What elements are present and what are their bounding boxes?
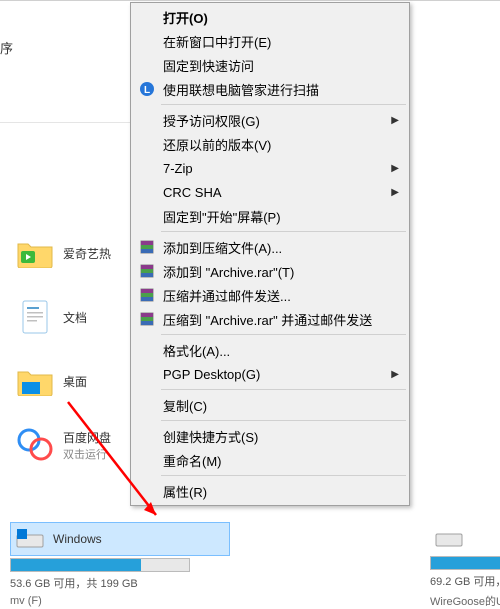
- menu-item-label: 打开(O): [163, 8, 208, 27]
- drive-item-windows[interactable]: Windows 53.6 GB 可用，共 199 GB mv (F): [10, 522, 230, 609]
- menu-item[interactable]: 压缩并通过邮件发送...: [133, 283, 407, 307]
- menu-item[interactable]: 添加到 "Archive.rar"(T): [133, 259, 407, 283]
- context-menu: 打开(O)在新窗口中打开(E)固定到快速访问L使用联想电脑管家进行扫描授予访问权…: [130, 2, 410, 506]
- menu-item-label: 添加到压缩文件(A)...: [163, 238, 282, 257]
- menu-separator: [161, 420, 406, 421]
- desktop-item-label: 爱奇艺热: [63, 245, 111, 262]
- menu-separator: [161, 334, 406, 335]
- desktop-item-label: 桌面: [63, 373, 87, 390]
- menu-item-label: PGP Desktop(G): [163, 367, 260, 382]
- lenovo-icon: L: [137, 80, 157, 98]
- menu-item[interactable]: 复制(C): [133, 393, 407, 417]
- menu-item-label: CRC SHA: [163, 185, 222, 200]
- desktop-item-iqiyi[interactable]: 爱奇艺热: [15, 235, 135, 271]
- drive-item-2[interactable]: 69.2 GB 可用，共 199 GB WireGoose的U (I:): [430, 522, 500, 609]
- chevron-right-icon: ▶: [391, 369, 399, 380]
- drive-icon: [434, 526, 464, 550]
- menu-separator: [161, 104, 406, 105]
- drive-capacity-bar: [430, 556, 500, 570]
- desktop-items-container: 爱奇艺热 文档 桌面 百度网盘 双击运行: [15, 235, 135, 491]
- menu-item[interactable]: 添加到压缩文件(A)...: [133, 235, 407, 259]
- menu-item-label: 使用联想电脑管家进行扫描: [163, 80, 319, 99]
- drive-free-text: 69.2 GB 可用，共 199 GB: [430, 573, 500, 589]
- left-panel-label: 序: [0, 38, 13, 57]
- rar-icon: [137, 262, 157, 280]
- menu-item[interactable]: 压缩到 "Archive.rar" 并通过邮件发送: [133, 307, 407, 331]
- menu-separator: [161, 231, 406, 232]
- menu-item-label: 创建快捷方式(S): [163, 427, 258, 446]
- menu-item-label: 在新窗口中打开(E): [163, 32, 271, 51]
- menu-item[interactable]: 固定到快速访问: [133, 53, 407, 77]
- drive-sublabel: mv (F): [10, 595, 230, 607]
- menu-separator: [161, 475, 406, 476]
- menu-item[interactable]: L 使用联想电脑管家进行扫描: [133, 77, 407, 101]
- left-divider: [0, 122, 130, 123]
- menu-item-label: 授予访问权限(G): [163, 111, 260, 130]
- menu-item-label: 重命名(M): [163, 451, 222, 470]
- drive-row: Windows 53.6 GB 可用，共 199 GB mv (F) 69.2 …: [10, 522, 500, 609]
- desktop-item-label: 百度网盘: [63, 429, 111, 446]
- menu-item-label: 7-Zip: [163, 161, 193, 176]
- menu-item[interactable]: 在新窗口中打开(E): [133, 29, 407, 53]
- desktop-item-documents[interactable]: 文档: [15, 299, 135, 335]
- menu-item[interactable]: 还原以前的版本(V): [133, 132, 407, 156]
- menu-item-label: 固定到快速访问: [163, 56, 254, 75]
- chevron-right-icon: ▶: [391, 115, 399, 126]
- desktop-item-sublabel: 双击运行: [63, 446, 111, 462]
- chevron-right-icon: ▶: [391, 187, 399, 198]
- rar-icon: [137, 310, 157, 328]
- baidu-icon: [15, 427, 55, 463]
- drive-free-text: 53.6 GB 可用，共 199 GB: [10, 575, 230, 591]
- menu-item-label: 还原以前的版本(V): [163, 135, 271, 154]
- menu-item[interactable]: 7-Zip ▶: [133, 156, 407, 180]
- menu-item-label: 固定到"开始"屏幕(P): [163, 207, 281, 226]
- menu-item[interactable]: 重命名(M): [133, 448, 407, 472]
- drive-icon: [15, 527, 45, 551]
- window-top-border: [0, 0, 500, 1]
- folder-icon: [15, 363, 55, 399]
- svg-text:L: L: [144, 85, 150, 96]
- menu-item[interactable]: PGP Desktop(G) ▶: [133, 362, 407, 386]
- drive-sublabel: WireGoose的U (I:): [430, 593, 500, 609]
- menu-item[interactable]: 属性(R): [133, 479, 407, 503]
- desktop-item-label: 文档: [63, 309, 87, 326]
- menu-item[interactable]: 授予访问权限(G) ▶: [133, 108, 407, 132]
- desktop-item-desktop[interactable]: 桌面: [15, 363, 135, 399]
- desktop-item-baidu[interactable]: 百度网盘 双击运行: [15, 427, 135, 463]
- rar-icon: [137, 238, 157, 256]
- drive-label: Windows: [53, 532, 225, 546]
- menu-item-label: 压缩并通过邮件发送...: [163, 286, 291, 305]
- menu-item[interactable]: 打开(O): [133, 5, 407, 29]
- chevron-right-icon: ▶: [391, 163, 399, 174]
- menu-separator: [161, 389, 406, 390]
- menu-item-label: 格式化(A)...: [163, 341, 230, 360]
- drive-capacity-bar: [10, 558, 190, 572]
- menu-item[interactable]: 格式化(A)...: [133, 338, 407, 362]
- menu-item[interactable]: 创建快捷方式(S): [133, 424, 407, 448]
- menu-item-label: 添加到 "Archive.rar"(T): [163, 262, 294, 281]
- menu-item[interactable]: CRC SHA ▶: [133, 180, 407, 204]
- menu-item-label: 复制(C): [163, 396, 207, 415]
- menu-item-label: 属性(R): [163, 482, 207, 501]
- document-icon: [15, 299, 55, 335]
- menu-item[interactable]: 固定到"开始"屏幕(P): [133, 204, 407, 228]
- folder-icon: [15, 235, 55, 271]
- rar-icon: [137, 286, 157, 304]
- menu-item-label: 压缩到 "Archive.rar" 并通过邮件发送: [163, 310, 372, 329]
